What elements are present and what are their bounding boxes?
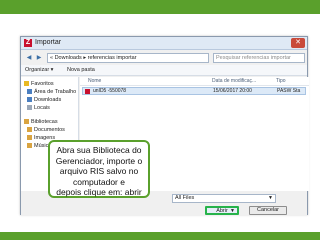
- dialog-titlebar: Z Importar ✕: [21, 37, 307, 50]
- slide-page: Z Importar ✕ ◀ ▶ « Downloads ▸ referenci…: [0, 0, 320, 240]
- nav-item-favoritos[interactable]: Favoritos: [24, 81, 54, 87]
- download-icon: [27, 97, 32, 103]
- bottom-accent-bar: [0, 232, 320, 240]
- column-header-name[interactable]: Nome: [88, 77, 101, 85]
- instruction-callout: Abra sua Biblioteca do Gerenciador, impo…: [48, 140, 150, 198]
- organize-menu[interactable]: Organizar ▾: [25, 65, 53, 76]
- nav-item-downloads[interactable]: Downloads: [27, 97, 61, 103]
- close-icon[interactable]: ✕: [291, 38, 305, 48]
- dialog-toolbar: Organizar ▾ Nova pasta: [21, 65, 307, 76]
- chevron-down-icon: ▼: [268, 195, 273, 201]
- file-icon: [85, 89, 90, 94]
- search-input[interactable]: Pesquisar referencias importar: [213, 53, 305, 63]
- address-row: ◀ ▶ « Downloads ▸ referencias importar P…: [21, 51, 307, 65]
- file-name: unID5 -550078: [93, 88, 127, 94]
- nav-item-desktop[interactable]: Área de Trabalho: [27, 89, 76, 95]
- chevron-down-icon[interactable]: ▼: [230, 208, 235, 215]
- desktop-icon: [27, 89, 32, 95]
- new-folder-button[interactable]: Nova pasta: [67, 65, 95, 76]
- cancel-button[interactable]: Cancelar: [249, 206, 287, 215]
- star-icon: [24, 81, 29, 87]
- column-header-type[interactable]: Tipo: [276, 77, 286, 85]
- places-icon: [27, 105, 32, 111]
- nav-item-documentos[interactable]: Documentos: [27, 127, 65, 133]
- nav-item-bibliotecas[interactable]: Bibliotecas: [24, 119, 58, 125]
- callout-line: Gerenciador, importe o: [55, 155, 143, 166]
- callout-line: depois clique em: abrir: [56, 187, 142, 197]
- forward-arrow-icon[interactable]: ▶: [35, 54, 43, 62]
- image-icon: [27, 135, 32, 141]
- back-arrow-icon[interactable]: ◀: [25, 54, 33, 62]
- file-row[interactable]: unID5 -550078 15/06/2017 20:00 PASW Sta: [82, 87, 306, 95]
- dialog-title: Importar: [35, 39, 62, 46]
- callout-line: Abra sua Biblioteca do: [56, 145, 142, 155]
- library-icon: [24, 119, 29, 125]
- app-logo-icon: Z: [24, 39, 32, 47]
- open-button[interactable]: Abrir ▼: [205, 206, 239, 215]
- file-type-select[interactable]: All Files ▼: [172, 194, 276, 203]
- callout-line: arquivo RIS salvo no: [59, 166, 139, 176]
- music-icon: [27, 143, 32, 149]
- nav-item-locais[interactable]: Locais: [27, 105, 50, 111]
- callout-line: computador e: [73, 176, 125, 187]
- file-date: 15/06/2017 20:00: [213, 88, 252, 94]
- address-bar[interactable]: « Downloads ▸ referencias importar: [47, 53, 209, 63]
- file-type: PASW Sta: [277, 88, 301, 94]
- header-divider: [80, 85, 309, 86]
- top-accent-bar: [0, 0, 320, 14]
- document-icon: [27, 127, 32, 133]
- column-header-date[interactable]: Data de modificaç...: [212, 77, 256, 85]
